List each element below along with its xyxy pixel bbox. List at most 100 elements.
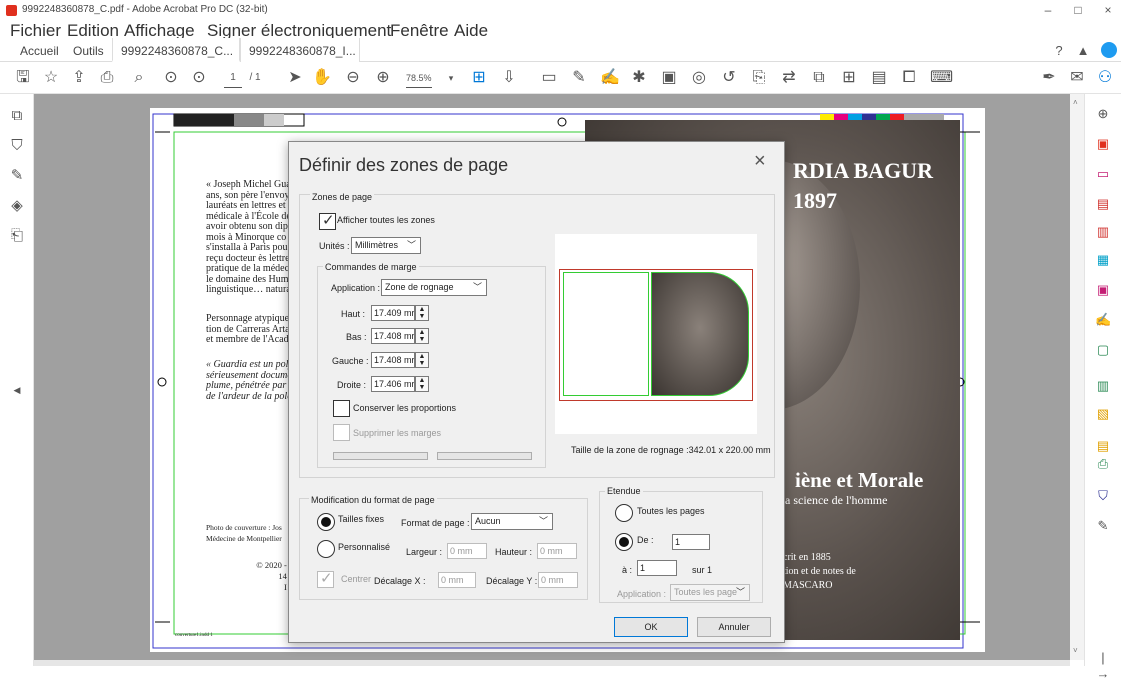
highlight-icon[interactable]: ✎ bbox=[570, 68, 588, 88]
export-pdf-icon[interactable]: ▤ bbox=[1095, 196, 1111, 212]
right-margin-stepper[interactable]: ▲ ▼ bbox=[415, 376, 429, 392]
more-tools-icon[interactable]: ✎ bbox=[1095, 518, 1111, 534]
dialog-close-button[interactable]: × bbox=[754, 150, 766, 173]
export-icon[interactable]: ⎘ bbox=[750, 68, 768, 88]
remove-margins-checkbox[interactable] bbox=[333, 424, 350, 441]
account-icon[interactable]: ⚇ bbox=[1096, 68, 1114, 88]
help-icon[interactable]: ? bbox=[1050, 41, 1068, 61]
offset-y-input[interactable]: 0 mm bbox=[538, 572, 578, 588]
page-format-select[interactable]: Aucun ﹀ bbox=[471, 513, 553, 530]
bell-icon[interactable]: ▲ bbox=[1074, 41, 1092, 61]
height-input[interactable]: 0 mm bbox=[537, 543, 577, 559]
tab-document-1[interactable]: 9992248360878_C... × bbox=[112, 38, 249, 62]
comment-panel-icon[interactable]: ▤ bbox=[1095, 438, 1111, 454]
sign-pen-icon[interactable]: ✒ bbox=[1040, 68, 1058, 88]
comment-icon[interactable]: ▭ bbox=[540, 68, 558, 88]
top-margin-stepper[interactable]: ▲ ▼ bbox=[415, 305, 429, 321]
custom-size-radio[interactable] bbox=[317, 540, 335, 558]
registration-mark-left bbox=[157, 377, 167, 387]
page-number-input[interactable]: 1 bbox=[224, 68, 242, 88]
print-icon[interactable]: ⎙ bbox=[98, 68, 116, 88]
layers-icon[interactable]: ◈ bbox=[9, 198, 25, 214]
convert-icon[interactable]: ▥ bbox=[1095, 224, 1111, 240]
set-to-zero-button[interactable] bbox=[333, 452, 428, 460]
tags-icon[interactable]: ⎗ bbox=[9, 228, 25, 244]
zoom-dropdown-icon[interactable]: ▾ bbox=[442, 68, 460, 88]
zoom-level[interactable]: 78.5% bbox=[406, 68, 432, 88]
minimize-button[interactable]: – bbox=[1034, 3, 1062, 19]
all-pages-radio[interactable] bbox=[615, 504, 633, 522]
previous-page-icon[interactable]: ⊙ bbox=[162, 68, 180, 88]
bottom-margin-input[interactable]: 17.408 mr bbox=[371, 328, 415, 344]
pages-icon[interactable]: ⧉ bbox=[9, 108, 25, 124]
tab-accueil[interactable]: Accueil bbox=[20, 38, 59, 62]
offset-x-input[interactable]: 0 mm bbox=[438, 572, 476, 588]
stamp-panel-icon[interactable]: ⎙ bbox=[1095, 456, 1111, 472]
units-select[interactable]: Millimètres ﹀ bbox=[351, 237, 421, 254]
paperclip-icon[interactable]: ✎ bbox=[9, 168, 25, 184]
attach-icon[interactable]: ▣ bbox=[660, 68, 678, 88]
create-pdf-icon[interactable]: ▣ bbox=[1095, 136, 1111, 152]
left-margin-input[interactable]: 17.408 mr bbox=[371, 352, 415, 368]
vertical-scrollbar[interactable]: ˄ ˅ bbox=[1070, 94, 1084, 660]
select-cursor-icon[interactable]: ➤ bbox=[286, 68, 304, 88]
right-margin-input[interactable]: 17.406 mr bbox=[371, 376, 415, 392]
zoom-out-icon[interactable]: ⊖ bbox=[344, 68, 362, 88]
save-icon[interactable]: 🖫 bbox=[14, 68, 32, 88]
box-type-select[interactable]: Zone de rognage ﹀ bbox=[381, 279, 487, 296]
close-window-button[interactable]: × bbox=[1094, 3, 1121, 19]
scroll-down-icon[interactable]: ˅ bbox=[1073, 646, 1078, 655]
to-page-input[interactable]: 1 bbox=[637, 560, 677, 576]
avatar[interactable] bbox=[1101, 42, 1117, 58]
circle-tool-icon[interactable]: ◎ bbox=[690, 68, 708, 88]
revert-to-selection-button[interactable] bbox=[437, 452, 532, 460]
hand-tool-icon[interactable]: ✋ bbox=[312, 68, 332, 88]
top-margin-input[interactable]: 17.409 mr bbox=[371, 305, 415, 321]
sign-icon[interactable]: ✍ bbox=[600, 68, 620, 88]
fit-page-icon[interactable]: ⊞ bbox=[470, 68, 488, 88]
tab-outils[interactable]: Outils bbox=[73, 38, 104, 62]
upload-icon[interactable]: ⇪ bbox=[70, 68, 88, 88]
rich-media-icon[interactable]: ▧ bbox=[1095, 406, 1111, 422]
bottom-margin-stepper[interactable]: ▲ ▼ bbox=[415, 328, 429, 344]
next-page-icon[interactable]: ⊙ bbox=[190, 68, 208, 88]
forms-icon[interactable]: ▣ bbox=[1095, 282, 1111, 298]
edit-pdf-icon[interactable]: ▭ bbox=[1095, 166, 1111, 182]
mail-icon[interactable]: ✉ bbox=[1068, 68, 1086, 88]
add-page-icon[interactable]: ⊞ bbox=[840, 68, 858, 88]
organize-icon[interactable]: ▤ bbox=[870, 68, 888, 88]
rotate-icon[interactable]: ↺ bbox=[720, 68, 738, 88]
compare-icon[interactable]: ⧉ bbox=[810, 68, 828, 88]
collapse-left-icon[interactable]: ◀ bbox=[9, 382, 25, 398]
stamp-icon[interactable]: ✱ bbox=[630, 68, 648, 88]
from-page-input[interactable]: 1 bbox=[672, 534, 710, 550]
ok-button[interactable]: OK bbox=[614, 617, 688, 637]
fixed-sizes-radio[interactable] bbox=[317, 513, 335, 531]
fill-sign-icon[interactable]: ✍ bbox=[1095, 312, 1111, 328]
zoom-in-icon[interactable]: ⊕ bbox=[374, 68, 392, 88]
show-all-boxes-checkbox[interactable]: ✓ bbox=[319, 212, 336, 230]
page-from-radio[interactable] bbox=[615, 533, 633, 551]
share-icon[interactable]: ⇄ bbox=[780, 68, 798, 88]
combine-icon[interactable]: ⧠ bbox=[900, 68, 918, 88]
zoom-panel-icon[interactable]: ⊕ bbox=[1095, 106, 1111, 122]
keyboard-icon[interactable]: ⌨ bbox=[930, 68, 953, 88]
maximize-button[interactable]: □ bbox=[1064, 3, 1092, 19]
tab-document-2[interactable]: 9992248360878_I... bbox=[240, 38, 360, 62]
organize-pages-icon[interactable]: ▦ bbox=[1095, 252, 1111, 268]
expand-panel-icon[interactable]: |→ bbox=[1095, 650, 1111, 681]
apply-to-select[interactable]: Toutes les page ﹀ bbox=[670, 584, 750, 601]
print-production-icon[interactable]: ▥ bbox=[1095, 378, 1111, 394]
send-review-icon[interactable]: ▢ bbox=[1095, 342, 1111, 358]
star-icon[interactable]: ☆ bbox=[42, 68, 60, 88]
cancel-button[interactable]: Annuler bbox=[697, 617, 771, 637]
search-icon[interactable]: ⌕ bbox=[130, 68, 148, 88]
left-margin-stepper[interactable]: ▲ ▼ bbox=[415, 352, 429, 368]
protect-icon[interactable]: ⛉ bbox=[1095, 488, 1111, 504]
bookmark-icon[interactable]: ⛉ bbox=[9, 138, 25, 154]
keep-proportions-checkbox[interactable] bbox=[333, 400, 350, 417]
center-checkbox[interactable]: ✓ bbox=[317, 570, 334, 588]
scroll-mode-icon[interactable]: ⇩ bbox=[500, 68, 518, 88]
scroll-up-icon[interactable]: ˄ bbox=[1073, 98, 1078, 107]
width-input[interactable]: 0 mm bbox=[447, 543, 487, 559]
